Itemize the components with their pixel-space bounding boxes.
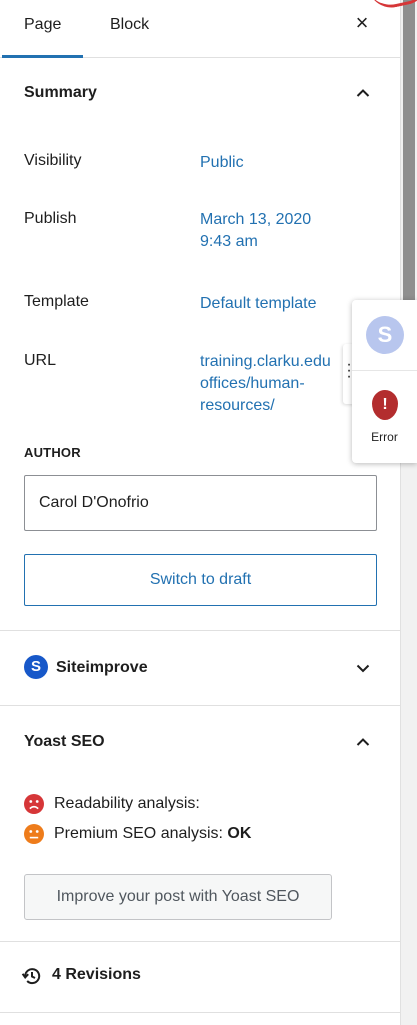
divider (0, 630, 401, 631)
divider (0, 941, 401, 942)
visibility-value[interactable]: Public (200, 152, 244, 174)
yoast-title[interactable]: Yoast SEO (24, 733, 105, 751)
author-label: AUTHOR (24, 445, 81, 460)
neutral-face-icon (24, 824, 44, 844)
siteimprove-title[interactable]: Siteimprove (56, 659, 148, 677)
error-label: Error (371, 430, 398, 444)
template-label: Template (24, 293, 89, 310)
author-field[interactable] (24, 475, 377, 531)
readability-analysis-label: Readability analysis: (54, 795, 200, 812)
publish-date-line: March 13, 2020 (200, 211, 312, 228)
summary-title[interactable]: Summary (24, 84, 97, 102)
improve-with-yoast-button[interactable]: Improve your post with Yoast SEO (24, 874, 332, 920)
sidebar-tabs: Page Block × (0, 0, 401, 58)
sad-face-icon (24, 794, 44, 814)
tab-block[interactable]: Block (110, 0, 149, 58)
visibility-label: Visibility (24, 152, 82, 169)
url-line-2: offices/human- (200, 375, 305, 392)
url-value[interactable]: training.clarku.edu offices/human- resou… (200, 351, 350, 417)
tab-page[interactable]: Page (1, 0, 84, 58)
chevron-down-icon[interactable] (351, 656, 375, 680)
scrollbar-thumb[interactable] (403, 0, 415, 300)
revisions-link[interactable]: 4 Revisions (52, 966, 141, 984)
url-label: URL (24, 352, 57, 369)
siteimprove-widget[interactable]: S ! Error (352, 300, 417, 463)
url-line-3: resources/ (200, 397, 275, 414)
premium-seo-analysis: Premium SEO analysis: OK (54, 825, 251, 843)
chevron-up-icon[interactable] (351, 81, 375, 105)
divider (0, 705, 401, 706)
publish-date-value[interactable]: March 13, 2020 9:43 am (200, 209, 311, 253)
publish-label: Publish (24, 210, 77, 227)
premium-seo-label: Premium SEO analysis: (54, 825, 223, 842)
document-settings-sidebar: Page Block × Summary Visibility Public P… (0, 0, 401, 1025)
premium-seo-status: OK (227, 825, 252, 842)
publish-time-line: 9:43 am (200, 233, 258, 250)
siteimprove-logo-icon: S (24, 655, 48, 679)
widget-divider (352, 370, 417, 371)
siteimprove-widget-logo-icon[interactable]: S (366, 316, 404, 354)
chevron-up-icon[interactable] (351, 730, 375, 754)
template-value[interactable]: Default template (200, 293, 317, 315)
error-icon[interactable]: ! (372, 390, 398, 420)
switch-to-draft-button[interactable]: Switch to draft (24, 554, 377, 606)
history-icon (20, 964, 44, 988)
close-icon[interactable]: × (350, 11, 374, 35)
url-line-1: training.clarku.edu (200, 353, 331, 370)
divider (0, 1012, 401, 1013)
